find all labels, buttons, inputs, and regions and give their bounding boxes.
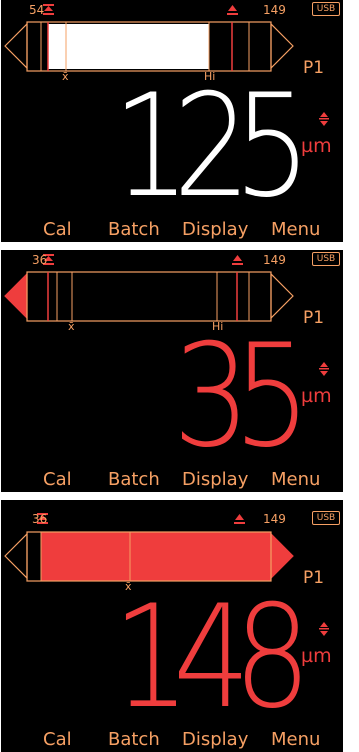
range-max: 149	[263, 3, 286, 17]
usb-indicator: USB	[312, 511, 340, 525]
range-max: 149	[263, 512, 286, 526]
unit-arrows-icon	[319, 112, 329, 126]
range-min: 36	[32, 253, 48, 267]
gauge-screen-1: 54 149 USB x̄ Hi P1 125 µm Cal Batch Dis…	[1, 0, 343, 242]
softkey-batch[interactable]: Batch	[108, 730, 160, 750]
gauge-screen-2: 36 149 USB x̄ Hi P1 35 µm Cal Batch Disp…	[1, 250, 343, 492]
profile-label: P1	[303, 568, 325, 588]
right-arrow-icon	[270, 532, 294, 580]
reading-value: 148	[112, 575, 311, 740]
hi-limit-marker-icon	[227, 5, 238, 15]
bar-fill	[48, 24, 209, 69]
gauge-screen-3: 36 149 USB x̄ P1 148 µm Cal Batch Displa…	[1, 500, 343, 752]
softkey-display[interactable]: Display	[182, 730, 248, 750]
profile-label: P1	[303, 58, 325, 78]
profile-label: P1	[303, 308, 325, 328]
right-arrow-icon	[270, 22, 294, 70]
lo-limit-marker-icon	[43, 4, 54, 15]
reading-value: 125	[112, 64, 311, 229]
softkey-menu[interactable]: Menu	[271, 220, 320, 240]
hi-limit-marker-icon	[234, 514, 245, 524]
softkey-batch[interactable]: Batch	[108, 220, 160, 240]
softkey-menu[interactable]: Menu	[271, 730, 320, 750]
usb-indicator: USB	[312, 252, 340, 266]
left-arrow-icon	[4, 272, 28, 320]
softkey-cal[interactable]: Cal	[43, 730, 72, 750]
hi-limit-marker-icon	[232, 255, 243, 265]
unit-label: µm	[301, 645, 332, 667]
range-max: 149	[263, 253, 286, 267]
mean-label: x̄	[62, 70, 69, 83]
right-arrow-icon	[270, 272, 294, 320]
range-min: 36	[32, 512, 48, 526]
unit-arrows-icon	[319, 622, 329, 636]
softkey-display[interactable]: Display	[182, 470, 248, 490]
unit-label: µm	[301, 385, 332, 407]
left-arrow-icon	[4, 22, 28, 70]
unit-label: µm	[301, 135, 332, 157]
bar-fill	[41, 532, 271, 581]
left-arrow-icon	[4, 532, 28, 580]
usb-indicator: USB	[312, 2, 340, 16]
softkey-cal[interactable]: Cal	[43, 220, 72, 240]
mean-label: x̄	[68, 320, 75, 333]
softkey-batch[interactable]: Batch	[108, 470, 160, 490]
softkey-menu[interactable]: Menu	[271, 470, 320, 490]
reading-value: 35	[172, 314, 311, 479]
softkey-display[interactable]: Display	[182, 220, 248, 240]
unit-arrows-icon	[319, 362, 329, 376]
range-min: 54	[29, 3, 45, 17]
softkey-cal[interactable]: Cal	[43, 470, 72, 490]
